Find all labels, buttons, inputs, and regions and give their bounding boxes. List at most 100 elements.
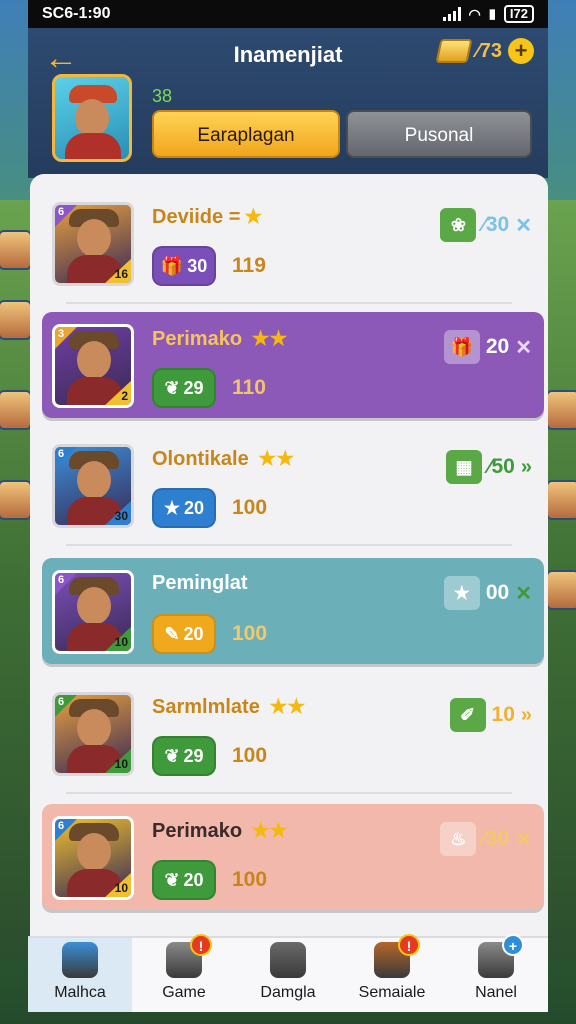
hero-card[interactable]: 6 16 Deviide = ★ 🎁 30 119 ❀ ⁄30 ✕: [42, 190, 544, 296]
hero-name-text: Deviide: [152, 206, 224, 228]
hero-name-text: Perimako: [152, 328, 243, 350]
nav-label: Semaiale: [358, 984, 426, 1001]
rarity-code: 6: [58, 696, 65, 708]
hero-card[interactable]: 6 10 Sarmlmlate ★★ ❦ 29 100 ✐ 10 »: [42, 680, 544, 786]
nav-item-damgla[interactable]: Damgla: [236, 938, 340, 1012]
power-value: 20: [183, 869, 204, 890]
gold-amount: ⁄73: [476, 39, 502, 62]
reward-amount: ⁄30: [482, 827, 510, 850]
nav-item-semaiale[interactable]: ! Semaiale: [340, 934, 444, 1012]
sword-icon: ✐: [449, 698, 486, 732]
reward[interactable]: ♨ ⁄30 ✕: [440, 822, 532, 856]
reward[interactable]: ✐ 10 »: [449, 698, 532, 732]
shield-icon: ❦: [164, 377, 180, 398]
dismiss-icon[interactable]: ✕: [515, 827, 532, 852]
reward[interactable]: ❀ ⁄30 ✕: [440, 208, 532, 242]
side-avatar: [0, 300, 32, 340]
reward[interactable]: 🎁 20 ✕: [443, 330, 532, 364]
rarity-code: 6: [58, 820, 65, 832]
hero-stat: 110: [232, 376, 266, 399]
dismiss-icon[interactable]: »: [521, 456, 532, 479]
power-value: 30: [187, 255, 208, 276]
power-value: 29: [183, 745, 204, 766]
notification-badge: !: [190, 934, 212, 956]
nav-item-nanel[interactable]: + Nanel: [444, 934, 548, 1012]
bottom-nav: Malhca ! Game Damgla ! Semaiale + Nanel: [28, 934, 548, 1012]
hero-level: 10: [114, 881, 128, 895]
wifi-icon: ◠: [468, 5, 481, 22]
power-pill[interactable]: ❦ 20: [152, 860, 216, 900]
reward-amount: ⁄50: [488, 455, 515, 478]
status-time: SC6-1:90: [42, 5, 111, 22]
hero-stat: 100: [232, 744, 268, 767]
power-pill[interactable]: ✎ 20: [152, 614, 216, 654]
star-rating: ★★: [269, 696, 306, 718]
hero-card[interactable]: 6 10 Peminglat ✎ 20 100 ★ 00 ✕: [42, 558, 544, 664]
hero-name: Sarmlmlate ★★: [152, 694, 305, 719]
reward[interactable]: ★ 00 ✕: [443, 576, 532, 610]
star-rating: ★★: [251, 820, 288, 842]
gold-currency: ⁄73 +: [435, 38, 534, 64]
star-icon: ★: [163, 497, 181, 518]
hero-level: 30: [114, 509, 128, 523]
hero-card[interactable]: 6 30 Olontikale ★★ ★ 20 100 ▦ ⁄50 »: [42, 432, 544, 538]
hero-name-text: Olontikale: [152, 448, 249, 470]
hero-stat: 100: [232, 622, 268, 645]
reward-amount: 00: [485, 581, 510, 604]
add-gold-button[interactable]: +: [508, 38, 534, 64]
rarity-code: 6: [58, 448, 65, 460]
star-rating: ★★: [251, 328, 288, 350]
hero-portrait: 6 10: [52, 816, 134, 900]
nav-item-game[interactable]: ! Game: [132, 934, 236, 1012]
dragon-icon: ❀: [440, 208, 477, 242]
hero-portrait: 6 10: [52, 692, 134, 776]
tab-pusonal[interactable]: Pusonal: [346, 110, 532, 158]
gift-icon: 🎁: [443, 330, 480, 364]
nav-label: Nanel: [475, 984, 517, 1001]
hero-level: 2: [121, 389, 128, 403]
notification-badge: +: [502, 934, 524, 956]
power-pill[interactable]: ❦ 29: [152, 368, 216, 408]
grid-icon: ▦: [446, 450, 482, 484]
hero-name-text: Peminglat: [152, 572, 248, 594]
reward-amount: 10: [491, 703, 515, 726]
hero-level: 10: [114, 757, 128, 771]
hero-stat: 100: [232, 496, 268, 519]
game-world-right: [546, 200, 576, 960]
power-pill[interactable]: 🎁 30: [152, 246, 216, 286]
player-avatar[interactable]: [52, 74, 132, 162]
power-value: 20: [184, 497, 205, 518]
power-value: 20: [183, 623, 204, 644]
star-rating: ★: [244, 206, 263, 228]
hero-name: Peminglat: [152, 572, 252, 595]
lock-icon: ▮: [488, 6, 496, 21]
hero-name: Perimako ★★: [152, 326, 287, 351]
notification-badge: !: [398, 934, 420, 956]
dismiss-icon[interactable]: ✕: [515, 581, 532, 606]
power-pill[interactable]: ❦ 29: [152, 736, 216, 776]
hero-card[interactable]: 6 10 Perimako ★★ ❦ 20 100 ♨ ⁄30 ✕: [42, 804, 544, 910]
hero-portrait: 6 16: [52, 202, 134, 286]
hero-card[interactable]: 3 2 Perimako ★★ ❦ 29 110 🎁 20 ✕: [42, 312, 544, 418]
status-bar: SC6-1:90 ◠ ▮ I72: [28, 0, 548, 28]
feather-icon: ✎: [164, 623, 180, 644]
dismiss-icon[interactable]: ✕: [515, 335, 532, 360]
hero-name: Deviide = ★: [152, 204, 262, 229]
tab-earaplagan[interactable]: Earaplagan: [152, 110, 340, 158]
card-list: 6 16 Deviide = ★ 🎁 30 119 ❀ ⁄30 ✕ 3 2 Pe…: [30, 174, 548, 1004]
nav-label: Game: [162, 984, 206, 1001]
nav-label: Damgla: [260, 984, 316, 1001]
hero-portrait: 6 10: [52, 570, 134, 654]
side-avatar: [0, 390, 32, 430]
dismiss-icon[interactable]: ✕: [515, 213, 532, 238]
power-value: 29: [183, 377, 204, 398]
row-divider: [66, 302, 512, 304]
reward[interactable]: ▦ ⁄50 »: [446, 450, 532, 484]
side-avatar: [546, 390, 576, 430]
dismiss-icon[interactable]: »: [521, 704, 532, 727]
hero-name: Olontikale ★★: [152, 446, 294, 471]
nav-item-malhca[interactable]: Malhca: [28, 938, 132, 1012]
hero-name-text: Perimako: [152, 820, 243, 842]
power-pill[interactable]: ★ 20: [152, 488, 216, 528]
hero-portrait: 6 30: [52, 444, 134, 528]
